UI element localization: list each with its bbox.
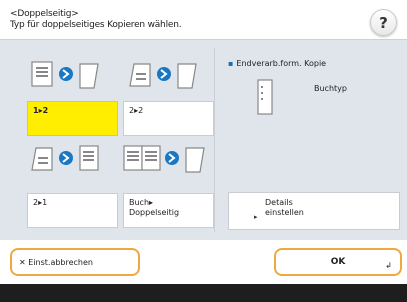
help-icon: ? bbox=[379, 13, 388, 32]
ok-label: OK bbox=[330, 257, 346, 267]
details-settings-button[interactable] bbox=[228, 192, 400, 230]
bullet-icon: ▪ bbox=[228, 59, 234, 68]
mode-label: Buch▸ bbox=[129, 198, 154, 207]
enter-icon: ↲ bbox=[385, 261, 392, 270]
page-title: <Doppelseitig> bbox=[10, 9, 79, 19]
details-label: Details einstellen bbox=[265, 198, 304, 217]
mode-label-line2: Doppelseitig bbox=[129, 208, 180, 217]
mode-label: 2▸1 bbox=[33, 198, 48, 207]
mode-label: 1▸2 bbox=[33, 106, 49, 115]
mode-label: 2▸2 bbox=[129, 106, 144, 115]
cancel-label: ✕ Einst.abbrechen bbox=[19, 257, 93, 267]
cancel-settings-button[interactable]: ✕ Einst.abbrechen bbox=[10, 248, 140, 276]
finish-type-value: Buchtyp bbox=[314, 84, 347, 93]
two-to-one-sided-icon bbox=[31, 145, 99, 171]
two-to-two-sided-icon bbox=[129, 63, 197, 89]
help-button[interactable]: ? bbox=[370, 9, 397, 36]
panel-divider bbox=[214, 48, 215, 232]
finish-type-label: ▪ Endverarb.form. Kopie bbox=[228, 59, 327, 68]
mode-button-2-to-2[interactable]: 2▸2 bbox=[123, 101, 214, 136]
one-to-two-sided-icon bbox=[31, 61, 99, 89]
book-type-icon bbox=[257, 79, 273, 115]
submenu-arrow-icon: ▸ bbox=[254, 213, 258, 221]
mode-button-book-to-two-sided[interactable]: Buch▸ Doppelseitig bbox=[123, 193, 214, 228]
book-to-two-sided-icon bbox=[123, 145, 205, 173]
mode-button-1-to-2[interactable]: 1▸2 bbox=[27, 101, 118, 136]
ok-button[interactable]: OK ↲ bbox=[274, 248, 402, 276]
bottom-status-bar bbox=[0, 284, 407, 302]
page-subtitle: Typ für doppelseitiges Kopieren wählen. bbox=[10, 20, 182, 30]
mode-button-2-to-1[interactable]: 2▸1 bbox=[27, 193, 118, 228]
